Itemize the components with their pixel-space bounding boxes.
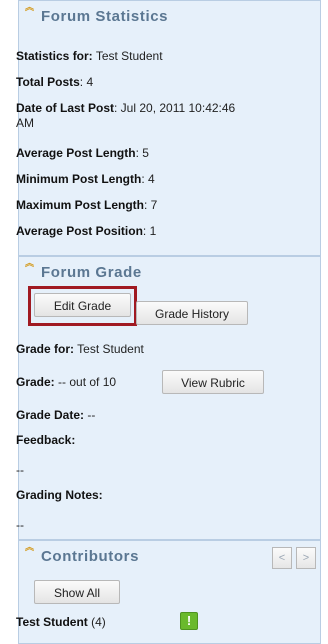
avg-post-length-value: : 5 (135, 146, 149, 160)
avg-post-position-label: Average Post Position (16, 224, 143, 238)
contributor-row: Test Student (4) (16, 614, 106, 631)
avg-post-position-row: Average Post Position: 1 (16, 223, 156, 240)
grade-value: -- out of 10 (58, 375, 117, 389)
max-post-length-label: Maximum Post Length (16, 198, 145, 212)
grade-for-value: Test Student (77, 342, 144, 356)
date-last-post-value-cont: AM (16, 116, 34, 130)
date-last-post-value: : Jul 20, 2011 10:42:46 (114, 101, 236, 115)
grade-for-label: Grade for: (16, 342, 75, 356)
contributor-name[interactable]: Test Student (16, 615, 88, 629)
collapse-chevron-icon[interactable]: ︽ (25, 543, 35, 555)
avg-post-length-row: Average Post Length: 5 (16, 145, 149, 162)
forum-grade-title: Forum Grade (41, 264, 142, 281)
forum-grade-header: ︽ Forum Grade (19, 257, 320, 287)
grading-notes-value-row: -- (16, 517, 24, 534)
next-page-icon[interactable]: > (296, 547, 316, 569)
contributors-title: Contributors (41, 548, 140, 565)
forum-statistics-panel: ︽ Forum Statistics (18, 0, 321, 256)
collapse-chevron-icon[interactable]: ︽ (25, 259, 35, 271)
forum-statistics-title: Forum Statistics (41, 8, 169, 25)
grading-notes-value: -- (16, 518, 24, 532)
view-rubric-button[interactable]: View Rubric (162, 370, 264, 394)
avg-post-length-label: Average Post Length (16, 146, 136, 160)
max-post-length-row: Maximum Post Length: 7 (16, 197, 157, 214)
edit-grade-button[interactable]: Edit Grade (34, 293, 131, 317)
grade-row: Grade: -- out of 10 (16, 374, 116, 391)
feedback-label-row: Feedback: (16, 432, 75, 449)
max-post-length-value: : 7 (144, 198, 158, 212)
feedback-value-row: -- (16, 462, 24, 479)
grading-notes-label: Grading Notes: (16, 488, 103, 502)
grade-date-value: -- (87, 408, 96, 422)
feedback-value: -- (16, 463, 24, 477)
statistics-for-label: Statistics for: (16, 49, 93, 63)
statistics-for-value: Test Student (95, 49, 163, 63)
total-posts-value: : 4 (79, 75, 94, 89)
contributor-count: (4) (91, 615, 106, 629)
min-post-length-label: Minimum Post Length (16, 172, 142, 186)
date-last-post-row: Date of Last Post: Jul 20, 2011 10:42:46 (16, 100, 235, 117)
total-posts-label: Total Posts (16, 75, 80, 89)
total-posts-row: Total Posts: 4 (16, 74, 93, 91)
grade-history-button[interactable]: Grade History (136, 301, 248, 325)
show-all-button[interactable]: Show All (34, 580, 120, 604)
date-last-post-row-cont: AM (16, 115, 34, 132)
date-last-post-label: Date of Last Post (16, 101, 115, 115)
previous-page-icon[interactable]: < (272, 547, 292, 569)
avg-post-position-value: : 1 (142, 224, 157, 238)
forum-statistics-header: ︽ Forum Statistics (19, 1, 320, 31)
grade-label: Grade: (16, 375, 55, 389)
grade-for-row: Grade for: Test Student (16, 341, 144, 358)
grade-date-row: Grade Date: -- (16, 407, 95, 424)
grade-date-label: Grade Date: (16, 408, 85, 422)
min-post-length-row: Minimum Post Length: 4 (16, 171, 155, 188)
statistics-for-row: Statistics for: Test Student (16, 48, 163, 65)
collapse-chevron-icon[interactable]: ︽ (25, 3, 35, 15)
min-post-length-value: : 4 (141, 172, 155, 186)
grading-notes-label-row: Grading Notes: (16, 487, 103, 504)
flag-icon: ! (180, 612, 198, 630)
feedback-label: Feedback: (16, 433, 76, 447)
